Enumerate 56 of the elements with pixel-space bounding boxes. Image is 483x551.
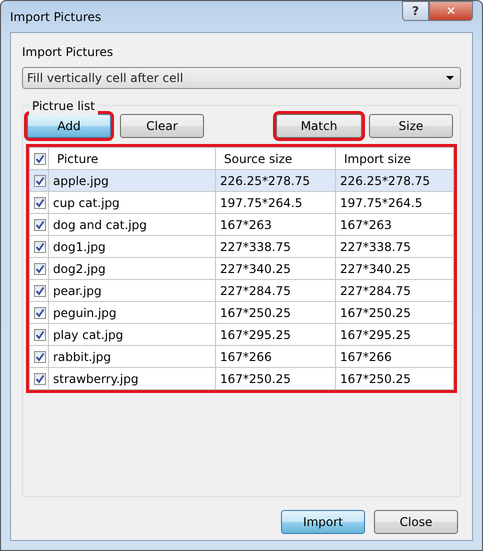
table-cell: 226.25*278.75	[216, 170, 336, 192]
table-cell: rabbit.jpg	[48, 346, 216, 368]
checkbox[interactable]	[34, 153, 46, 166]
checkbox[interactable]	[34, 263, 46, 276]
table-cell: peguin.jpg	[48, 302, 216, 324]
table-cell: dog1.jpg	[48, 236, 216, 258]
checkbox[interactable]	[34, 351, 46, 364]
group-label: Import Pictures	[22, 44, 114, 61]
selected-row[interactable]: apple.jpg 226.25*278.75 226.25*278.75	[30, 170, 454, 192]
checkbox[interactable]	[34, 285, 46, 298]
table-cell: 227*284.75	[216, 280, 336, 302]
table-cell: 167*295.25	[216, 324, 336, 346]
column-header[interactable]: Import size	[336, 148, 454, 170]
table-cell: 167*250.25	[336, 368, 454, 390]
checkbox[interactable]	[34, 307, 46, 320]
table-cell: 167*250.25	[216, 302, 336, 324]
table-cell: 227*338.75	[336, 236, 454, 258]
table-cell: 167*266	[336, 346, 454, 368]
table-cell: 197.75*264.5	[216, 192, 336, 214]
window-title: Import Pictures	[10, 8, 102, 26]
action-button[interactable]: Size	[369, 114, 453, 138]
table-cell: strawberry.jpg	[48, 368, 216, 390]
table-cell: 167*266	[216, 346, 336, 368]
action-button[interactable]: Add	[27, 114, 111, 138]
table-cell: 227*340.25	[336, 258, 454, 280]
checkbox[interactable]	[34, 373, 46, 386]
checkbox[interactable]	[34, 241, 46, 254]
table-cell: 227*340.25	[216, 258, 336, 280]
table-cell: 167*250.25	[216, 368, 336, 390]
table-cell: dog2.jpg	[48, 258, 216, 280]
action-button[interactable]: Clear	[120, 114, 204, 138]
table-cell: apple.jpg	[48, 170, 216, 192]
table-cell: 167*263	[336, 214, 454, 236]
table-cell: 227*338.75	[216, 236, 336, 258]
checkbox[interactable]	[34, 197, 46, 210]
dialog-button[interactable]: Close	[374, 510, 458, 534]
caret-icon	[446, 76, 454, 80]
table-cell: 167*250.25	[336, 302, 454, 324]
table-cell: cup cat.jpg	[48, 192, 216, 214]
help-button[interactable]: ?	[402, 1, 429, 21]
table-cell: play cat.jpg	[48, 324, 216, 346]
table-cell: 227*284.75	[336, 280, 454, 302]
dialog-button[interactable]: Import	[281, 510, 365, 534]
checkbox[interactable]	[34, 175, 46, 188]
column-header[interactable]: Source size	[216, 148, 336, 170]
fill-order-dropdown[interactable]: Fill vertically cell after cell	[22, 67, 461, 89]
column-header[interactable]: Picture	[48, 148, 216, 170]
checkbox[interactable]	[34, 329, 46, 342]
table-cell: 167*263	[216, 214, 336, 236]
checkbox[interactable]	[34, 219, 46, 232]
table-cell: 197.75*264.5	[336, 192, 454, 214]
table-cell: pear.jpg	[48, 280, 216, 302]
action-button[interactable]: Match	[276, 114, 362, 138]
table-cell: 167*295.25	[336, 324, 454, 346]
table-cell: dog and cat.jpg	[48, 214, 216, 236]
table-cell: 226.25*278.75	[336, 170, 454, 192]
